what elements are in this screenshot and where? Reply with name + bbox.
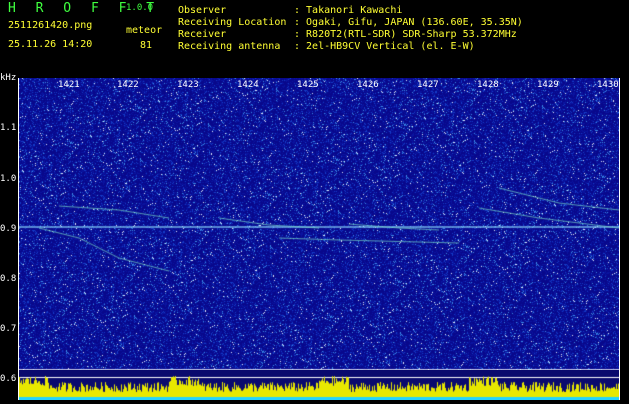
y-tick: 1.0 (0, 174, 17, 184)
y-tick: 0.7 (0, 324, 17, 334)
x-tick: 1425 (297, 80, 319, 90)
info-key: Receiving Location (178, 17, 287, 28)
signal-level-bar (19, 370, 619, 400)
x-tick: 1428 (477, 80, 499, 90)
meteor-count: 81 (140, 40, 153, 51)
x-tick: 1424 (237, 80, 259, 90)
plot-left-edge (18, 78, 19, 400)
x-tick: 1421 (58, 80, 80, 90)
info-value: : Takanori Kawachi (294, 5, 403, 16)
info-row-antenna: Receiving antenna : 2el-HB9CV Vertical (e… (178, 41, 523, 53)
spectrogram (19, 78, 619, 370)
y-tick: 0.9 (0, 224, 17, 234)
x-tick: 1426 (357, 80, 379, 90)
x-tick: 1427 (417, 80, 439, 90)
station-info: Observer : Takanori Kawachi Receiving Loc… (178, 5, 523, 53)
file-name: 2511261420.png (8, 20, 93, 31)
info-value: : R820T2(RTL-SDR) SDR-Sharp 53.372MHz (294, 29, 517, 40)
info-key: Receiver (178, 29, 227, 40)
spectrogram-canvas (19, 78, 619, 370)
info-row-location: Receiving Location : Ogaki, Gifu, JAPAN (… (178, 17, 523, 29)
info-key: Receiving antenna (178, 41, 281, 52)
plot-right-edge (619, 78, 620, 400)
x-tick: 1423 (177, 80, 199, 90)
info-value: : 2el-HB9CV Vertical (el. E-W) (294, 41, 475, 52)
info-row-observer: Observer : Takanori Kawachi (178, 5, 523, 17)
info-value: : Ogaki, Gifu, JAPAN (136.60E, 35.35N) (294, 17, 523, 28)
y-tick: 1.1 (0, 123, 17, 133)
app-version: 1.0.0 (126, 3, 154, 13)
meteor-label: meteor (126, 25, 163, 36)
file-datetime: 25.11.26 14:20 (8, 39, 93, 50)
x-tick: 1422 (117, 80, 139, 90)
y-axis-unit: kHz (0, 73, 17, 83)
x-tick: 1429 (537, 80, 559, 90)
y-tick: 0.8 (0, 274, 17, 284)
y-tick: 0.6 (0, 374, 17, 384)
x-tick: 1430 (597, 80, 619, 90)
signal-level-canvas (19, 370, 619, 400)
info-key: Observer (178, 5, 227, 16)
info-row-receiver: Receiver : R820T2(RTL-SDR) SDR-Sharp 53.3… (178, 29, 523, 41)
